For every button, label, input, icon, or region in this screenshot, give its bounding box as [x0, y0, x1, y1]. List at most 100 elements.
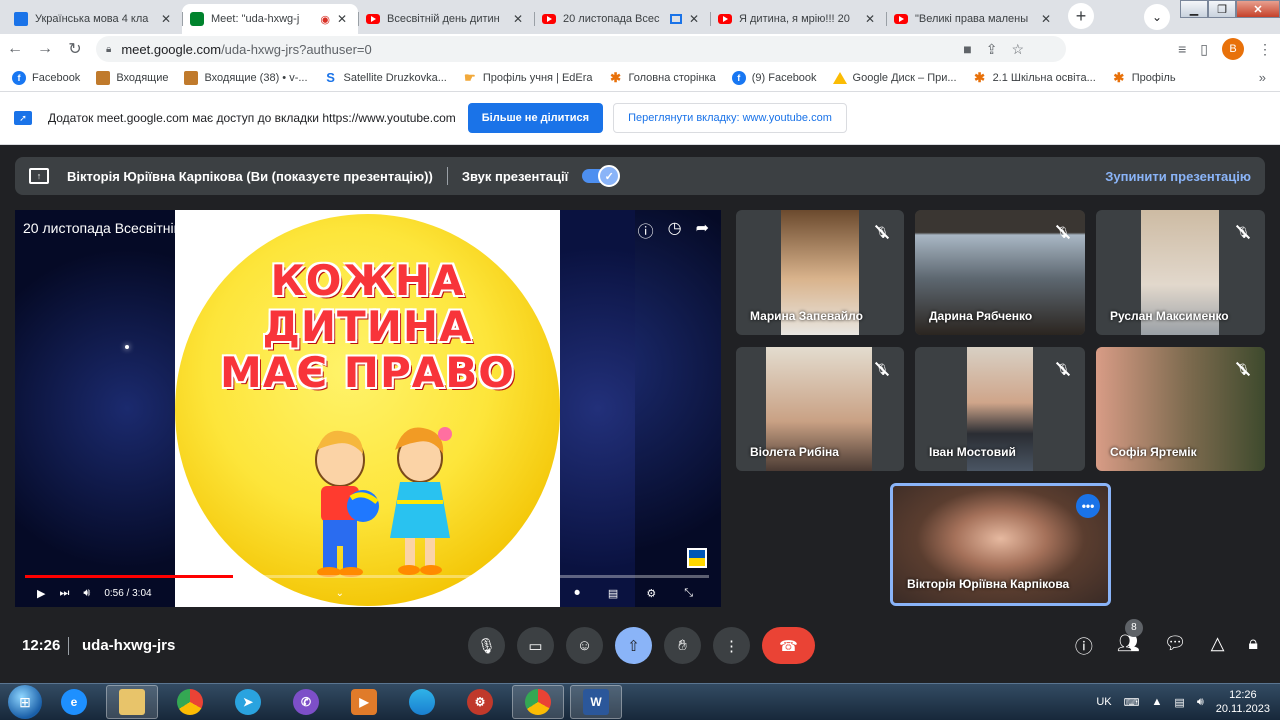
- close-tab-icon[interactable]: ✕: [158, 12, 174, 26]
- chevron-down-icon[interactable]: ⌄: [336, 588, 344, 599]
- participant-tile[interactable]: 🎙︎ Руслан Максименко: [1096, 210, 1265, 335]
- keyboard-icon[interactable]: ⌨: [1124, 696, 1140, 709]
- close-tab-icon[interactable]: ✕: [1038, 12, 1054, 26]
- self-view-tile[interactable]: ••• Вікторія Юріївна Карпікова: [890, 483, 1111, 606]
- taskbar-telegram[interactable]: ➤: [222, 685, 274, 719]
- next-icon[interactable]: ⏭: [59, 587, 69, 600]
- stop-presentation-button[interactable]: Зупинити презентацію: [1105, 169, 1251, 184]
- share-icon[interactable]: ⇪: [986, 41, 998, 58]
- close-tab-icon[interactable]: ✕: [686, 12, 702, 26]
- bookmark-item[interactable]: ✱ Головна сторінка: [609, 70, 716, 85]
- meeting-info-icon[interactable]: ⓘ: [1075, 633, 1093, 659]
- language-indicator[interactable]: UK: [1096, 696, 1111, 708]
- more-options-icon[interactable]: ⋮: [713, 627, 750, 664]
- participant-tile[interactable]: 🎙︎ Іван Мостовий: [915, 347, 1085, 471]
- share-arrow-icon[interactable]: ➦: [696, 218, 709, 242]
- participant-tile[interactable]: 🎙︎ Софія Яртемік: [1096, 347, 1265, 471]
- start-button[interactable]: ⊞: [8, 685, 42, 719]
- camera-icon[interactable]: ▭: [517, 627, 554, 664]
- taskbar-chrome[interactable]: [164, 685, 216, 719]
- chat-icon[interactable]: 💬︎: [1164, 633, 1187, 659]
- tab-youtube-1[interactable]: Всесвітній день дитин ✕: [358, 4, 534, 34]
- tab-youtube-3[interactable]: Я дитина, я мрію!!! 20 ✕: [710, 4, 886, 34]
- close-tab-icon[interactable]: ✕: [862, 12, 878, 26]
- emoji-reaction-icon[interactable]: ☺: [566, 627, 603, 664]
- host-controls-icon[interactable]: 🔒︎: [1248, 633, 1258, 659]
- bookmark-star-icon[interactable]: ☆: [1011, 41, 1024, 58]
- end-call-icon[interactable]: ☎: [762, 627, 815, 664]
- bookmark-item[interactable]: S Satellite Druzkovka...: [324, 70, 447, 85]
- tab-meet[interactable]: Meet: "uda-hxwg-j ◉ ✕: [182, 4, 358, 34]
- activities-icon[interactable]: △: [1211, 633, 1225, 659]
- chrome-icon: [177, 689, 203, 715]
- network-icon[interactable]: ▤: [1174, 696, 1184, 709]
- bookmarks-overflow-button[interactable]: »: [1259, 70, 1266, 85]
- meeting-code: uda-hxwg-jrs: [82, 637, 176, 654]
- stop-sharing-button[interactable]: Більше не ділитися: [467, 103, 604, 133]
- people-icon[interactable]: 👥︎ 8: [1117, 618, 1143, 659]
- bookmark-item[interactable]: f (9) Facebook: [731, 70, 817, 85]
- settings-gear-icon[interactable]: ⚙: [646, 587, 656, 600]
- tab-youtube-4[interactable]: "Великі права малены ✕: [886, 4, 1062, 34]
- system-clock[interactable]: 12:26 20.11.2023: [1216, 688, 1270, 716]
- divider: [68, 636, 69, 655]
- info-icon[interactable]: ⓘ: [638, 218, 654, 242]
- bookmark-item[interactable]: ✱ 2.1 Шкільна освіта...: [973, 70, 1096, 85]
- participant-name: Вікторія Юріївна Карпікова: [907, 577, 1070, 591]
- bookmark-item[interactable]: ☛ Профіль учня | EdEra: [463, 70, 592, 85]
- tab-ukrainian-lesson[interactable]: Українська мова 4 кла ✕: [6, 4, 182, 34]
- taskbar-video-player[interactable]: ▶: [338, 685, 390, 719]
- view-tab-button[interactable]: Переглянути вкладку: www.youtube.com: [613, 103, 847, 133]
- mail-icon: [184, 70, 199, 85]
- taskbar-chrome-open[interactable]: [512, 685, 564, 719]
- watch-later-icon[interactable]: ◷: [668, 218, 682, 242]
- tab-youtube-2[interactable]: 20 листопада Всес ✕: [534, 4, 710, 34]
- media-control-icon[interactable]: ≡: [1178, 41, 1186, 57]
- tab-title: Meet: "uda-hxwg-j: [211, 13, 300, 25]
- tab-search-button[interactable]: ⌄: [1144, 4, 1170, 30]
- back-icon[interactable]: ←: [0, 40, 30, 58]
- profile-avatar[interactable]: B: [1222, 38, 1244, 60]
- new-tab-button[interactable]: +: [1068, 3, 1094, 29]
- maximize-button[interactable]: ❐: [1208, 0, 1236, 18]
- address-bar[interactable]: 🔒︎ meet.google.com/uda-hxwg-jrs?authuser…: [96, 36, 1066, 62]
- participant-tile[interactable]: 🎙︎ Марина Запевайло: [736, 210, 904, 335]
- side-panel-icon[interactable]: ▯: [1200, 41, 1208, 58]
- close-window-button[interactable]: ✕: [1236, 0, 1280, 18]
- bookmark-item[interactable]: Входящие: [96, 70, 168, 85]
- participant-tile[interactable]: 🎙︎ Віолета Рибіна: [736, 347, 904, 471]
- present-screen-icon[interactable]: ⇧: [615, 627, 652, 664]
- bookmark-item[interactable]: f Facebook: [12, 70, 80, 85]
- taskbar-explorer[interactable]: [106, 685, 158, 719]
- video-progress-bar[interactable]: [25, 575, 709, 578]
- more-options-icon[interactable]: •••: [1076, 494, 1100, 518]
- taskbar-word[interactable]: W: [570, 685, 622, 719]
- taskbar-app[interactable]: ⚙: [454, 685, 506, 719]
- menu-dots-icon[interactable]: ⋮: [1258, 41, 1272, 58]
- forward-icon[interactable]: →: [30, 40, 60, 58]
- bookmark-item[interactable]: ✱ Профіль: [1112, 70, 1175, 85]
- microphone-icon[interactable]: 🎙︎: [468, 627, 505, 664]
- volume-icon[interactable]: 🔊︎: [1197, 696, 1204, 709]
- camera-icon[interactable]: ■: [963, 41, 971, 58]
- volume-icon[interactable]: 🔊︎: [83, 587, 90, 600]
- chevron-up-icon[interactable]: ▲: [1152, 696, 1163, 708]
- play-icon[interactable]: ▶: [37, 587, 45, 600]
- autoplay-toggle-icon[interactable]: ⏺: [574, 587, 580, 600]
- raise-hand-icon[interactable]: ✋︎: [664, 627, 701, 664]
- presentation-sound-toggle[interactable]: ✓: [582, 165, 621, 187]
- bookmark-item[interactable]: Google Диск – При...: [832, 71, 957, 84]
- reload-icon[interactable]: ↻: [60, 39, 90, 59]
- shared-video-player[interactable]: КОЖНА ДИТИНА МАЄ ПРАВО 20 листопада Всес…: [15, 210, 721, 607]
- bookmark-item[interactable]: Входящие (38) • v-...: [184, 70, 308, 85]
- subtitles-icon[interactable]: ▤: [608, 587, 618, 600]
- participant-tile[interactable]: 🎙︎ Дарина Рябченко: [915, 210, 1085, 335]
- divider: [446, 167, 448, 185]
- close-tab-icon[interactable]: ✕: [510, 12, 526, 26]
- minimize-button[interactable]: ▁: [1180, 0, 1208, 18]
- taskbar-viber[interactable]: ✆: [280, 685, 332, 719]
- close-tab-icon[interactable]: ✕: [334, 12, 350, 26]
- exit-fullscreen-icon[interactable]: ⤡: [684, 587, 693, 600]
- taskbar-edge[interactable]: [396, 685, 448, 719]
- taskbar-ie[interactable]: e: [48, 685, 100, 719]
